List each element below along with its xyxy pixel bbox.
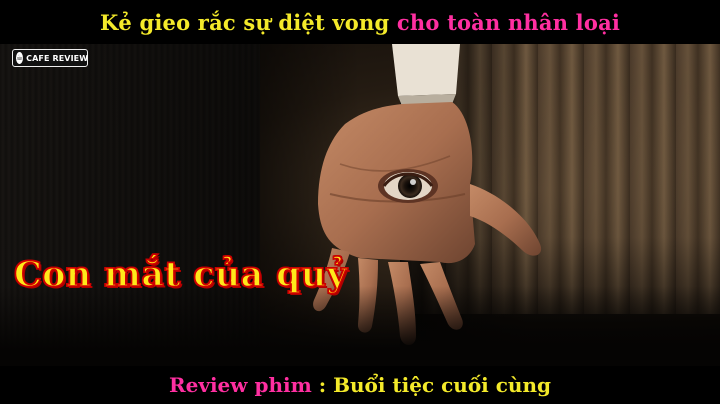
header-title: Kẻ gieo rắc sự diệt vong cho toàn nhân l… [100,10,620,35]
channel-logo: ☕ CAFE REVIEW [12,49,88,67]
shirt-cuff [392,44,460,96]
thumb [470,184,542,256]
header-bar: Kẻ gieo rắc sự diệt vong cho toàn nhân l… [0,0,720,44]
footer-film-title: Buổi tiệc cuối cùng [333,373,551,397]
floor-shadow [0,286,720,366]
footer-separator: : [318,373,327,397]
coffee-cup-icon: ☕ [16,52,24,64]
footer-lead: Review phim [168,373,312,397]
thumbnail-frame: Kẻ gieo rắc sự diệt vong cho toàn nhân l… [0,0,720,404]
header-title-part1: Kẻ gieo rắc sự diệt vong [99,9,390,35]
header-title-part2: cho toàn nhân loại [396,9,621,35]
movie-still [0,44,720,366]
overlay-title: Con mắt của quỷ [13,253,348,296]
footer-title: Review phim : Buổi tiệc cuối cùng [169,373,551,397]
logo-text: CAFE REVIEW [26,53,89,63]
footer-bar: Review phim : Buổi tiệc cuối cùng [0,366,720,404]
